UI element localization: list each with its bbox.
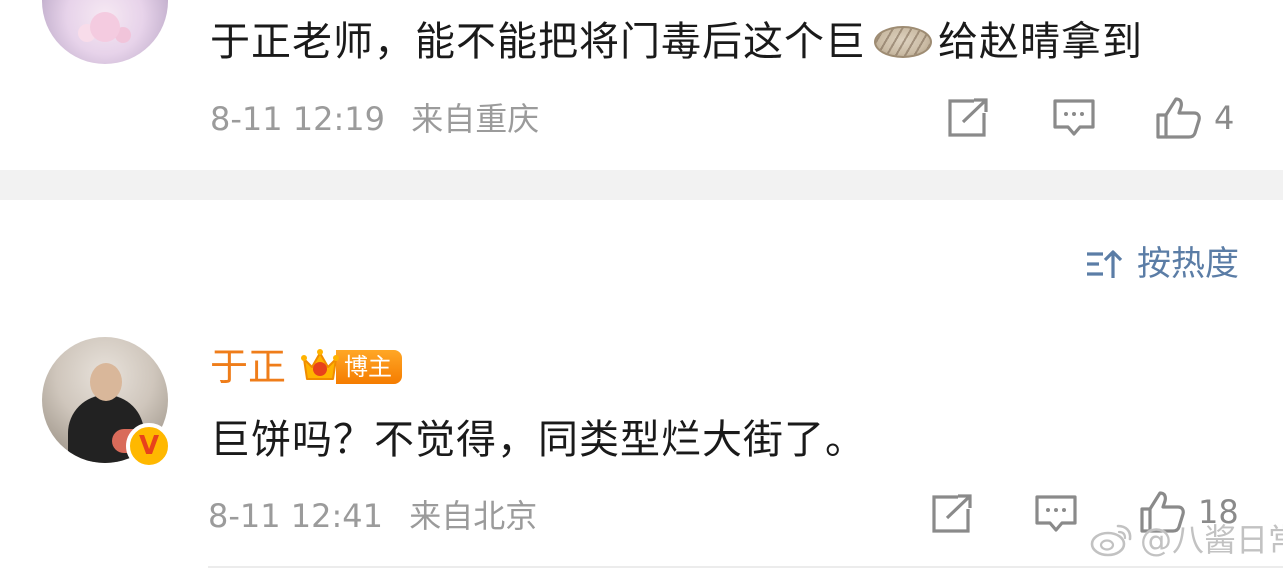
comment-meta: 8-11 12:19 来自重庆 xyxy=(210,97,539,141)
cookie-emoji-icon xyxy=(874,26,932,58)
comment-text-part: 给赵晴拿到 xyxy=(938,19,1143,65)
watermark-text: @八酱日常 xyxy=(1140,521,1283,559)
comment-date: 8-11 12:19 xyxy=(210,100,386,138)
comment-icon xyxy=(1053,99,1095,136)
sort-hot-icon xyxy=(1087,250,1123,278)
share-icon xyxy=(932,494,972,533)
comment-text: 巨饼吗？不觉得，同类型烂大街了。 xyxy=(210,417,866,463)
comment-text-part: 于正老师，能不能把将门毒后这个巨 xyxy=(210,19,866,65)
blogger-badge: 博主 xyxy=(336,350,403,384)
like-button[interactable]: 4 xyxy=(1154,96,1234,140)
reply-button[interactable] xyxy=(1034,494,1078,534)
weibo-logo-icon xyxy=(1090,524,1132,557)
thumbs-up-icon xyxy=(1156,97,1201,139)
comment-meta: 8-11 12:41 来自北京 xyxy=(208,494,537,538)
row-separator xyxy=(208,566,1283,568)
sort-label: 按热度 xyxy=(1137,244,1239,284)
avatar-decoration xyxy=(90,12,120,42)
share-icon xyxy=(948,98,988,137)
avatar[interactable] xyxy=(42,0,168,64)
comment-location: 来自北京 xyxy=(409,497,538,535)
share-button[interactable] xyxy=(930,494,974,534)
author-row: 于正 博主 xyxy=(210,342,403,392)
sort-by-hot-button[interactable]: 按热度 xyxy=(1085,240,1239,288)
comment-date: 8-11 12:41 xyxy=(208,497,384,535)
username-link[interactable]: 于正 xyxy=(210,342,286,392)
like-count: 4 xyxy=(1214,99,1235,137)
crown-icon xyxy=(301,349,340,380)
reply-button[interactable] xyxy=(1052,98,1096,138)
comment-item: 于正老师，能不能把将门毒后这个巨 给赵晴拿到 8-11 12:19 来自重庆 4 xyxy=(0,0,1283,170)
comment-text: 于正老师，能不能把将门毒后这个巨 给赵晴拿到 xyxy=(210,14,1143,70)
comment-thread: 于正老师，能不能把将门毒后这个巨 给赵晴拿到 8-11 12:19 来自重庆 4… xyxy=(0,0,1283,570)
avatar-face xyxy=(90,363,122,401)
section-divider xyxy=(0,170,1283,200)
verified-badge-icon: V xyxy=(126,423,172,469)
share-button[interactable] xyxy=(946,98,990,138)
watermark: @八酱日常 xyxy=(1090,516,1283,564)
comment-icon xyxy=(1035,495,1077,532)
comment-location: 来自重庆 xyxy=(411,100,540,138)
